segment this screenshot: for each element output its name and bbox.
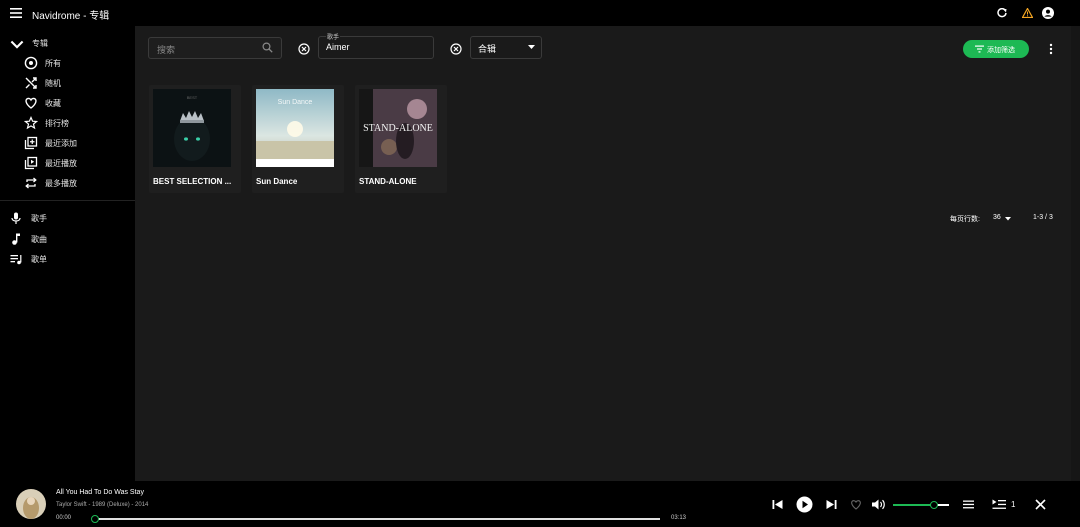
- sidebar-item-label: 最近播放: [45, 159, 77, 168]
- album-cover: STAND-ALONE: [359, 89, 437, 167]
- sidebar-item-label: 排行榜: [45, 119, 69, 128]
- album-title: BEST SELECTION ...: [153, 177, 232, 186]
- progress-bar[interactable]: [91, 515, 660, 523]
- sidebar-item-label: 歌单: [31, 255, 47, 264]
- clear-type-filter-icon[interactable]: [450, 43, 462, 55]
- sidebar-item-label: 最多播放: [45, 179, 77, 188]
- refresh-icon[interactable]: [997, 8, 1007, 18]
- sidebar-item-songs[interactable]: 歌曲: [0, 229, 135, 249]
- playlist-icon: [10, 255, 22, 265]
- volume-icon[interactable]: [871, 498, 886, 511]
- heart-icon[interactable]: [850, 499, 862, 510]
- now-playing-cover[interactable]: [16, 489, 46, 519]
- album-title: STAND-ALONE: [359, 177, 417, 186]
- mic-icon: [11, 212, 21, 224]
- sidebar-item-recently-played[interactable]: 最近播放: [0, 153, 135, 173]
- page-range: 1-3 / 3: [1033, 214, 1053, 221]
- sidebar-item-top-rated[interactable]: 排行榜: [0, 113, 135, 133]
- search-icon: [262, 42, 273, 53]
- sidebar-section-label: 专辑: [32, 39, 48, 48]
- sidebar-item-label: 收藏: [45, 99, 61, 108]
- sidebar-section-albums[interactable]: 专辑: [0, 33, 135, 53]
- playlist-menu-icon[interactable]: [963, 500, 974, 509]
- library-add-icon: [24, 136, 38, 150]
- queue-icon[interactable]: [992, 499, 1006, 510]
- cover-text: STAND-ALONE: [363, 123, 433, 134]
- album-card[interactable]: Sun Dance Sun Dance: [252, 85, 344, 193]
- sidebar-item-recently-added[interactable]: 最近添加: [0, 133, 135, 153]
- sidebar-item-most-played[interactable]: 最多播放: [0, 173, 135, 193]
- dropdown-arrow-icon[interactable]: [1005, 217, 1011, 221]
- album-title: Sun Dance: [256, 177, 298, 186]
- filter-icon: [975, 45, 984, 53]
- scrollbar[interactable]: [1071, 26, 1080, 481]
- artist-filter-field[interactable]: 歌手 Aimer: [318, 32, 434, 59]
- play-icon[interactable]: [796, 496, 813, 513]
- rows-per-page-label: 每页行数:: [950, 216, 980, 223]
- artist-filter-label: 歌手: [326, 32, 341, 41]
- sidebar-item-playlists[interactable]: 歌单: [0, 249, 135, 269]
- add-filter-label: 添加筛选: [987, 47, 1015, 54]
- previous-icon[interactable]: [772, 499, 783, 510]
- current-time: 00:00: [56, 515, 72, 521]
- heart-icon: [25, 97, 37, 109]
- more-vert-icon[interactable]: [1048, 43, 1054, 55]
- dropdown-arrow-icon: [528, 45, 535, 49]
- album-all-icon: [24, 56, 38, 70]
- type-filter-select[interactable]: 合辑: [470, 36, 542, 59]
- shuffle-icon: [25, 77, 37, 89]
- cover-text: Sun Dance: [278, 99, 313, 106]
- warning-icon[interactable]: [1022, 8, 1033, 18]
- repeat-icon: [25, 177, 37, 189]
- sidebar-item-label: 随机: [45, 79, 61, 88]
- sidebar-item-random[interactable]: 随机: [0, 73, 135, 93]
- cover-text: BEST: [187, 95, 198, 100]
- volume-slider[interactable]: [893, 501, 949, 509]
- menu-icon[interactable]: [10, 8, 22, 18]
- now-playing-subtitle: Taylor Swift - 1989 (Deluxe) - 2014: [56, 502, 149, 508]
- close-icon[interactable]: [1035, 499, 1046, 510]
- star-icon: [24, 116, 38, 130]
- type-filter-value: 合辑: [478, 44, 497, 54]
- album-card[interactable]: STAND-ALONE STAND-ALONE: [355, 85, 447, 193]
- sidebar-divider: [0, 200, 135, 201]
- sidebar-item-label: 所有: [45, 59, 61, 68]
- sidebar-item-favorites[interactable]: 收藏: [0, 93, 135, 113]
- sidebar-item-label: 歌曲: [31, 235, 47, 244]
- sidebar-item-label: 歌手: [31, 214, 47, 223]
- search-input[interactable]: 搜索: [148, 37, 282, 59]
- search-placeholder: 搜索: [157, 45, 176, 55]
- sidebar-item-all[interactable]: 所有: [0, 53, 135, 73]
- video-library-icon: [24, 156, 38, 170]
- artist-filter-value: Aimer: [326, 42, 350, 52]
- now-playing-title[interactable]: All You Had To Do Was Stay: [56, 489, 144, 496]
- chevron-down-icon: [10, 40, 24, 49]
- album-card[interactable]: BEST BEST SELECTION ...: [149, 85, 241, 193]
- account-icon[interactable]: [1042, 7, 1054, 19]
- sidebar-item-label: 最近添加: [45, 139, 77, 148]
- queue-count: 1: [1011, 500, 1016, 509]
- sidebar-item-artists[interactable]: 歌手: [0, 208, 135, 228]
- progress-knob[interactable]: [91, 515, 99, 523]
- duration: 03:13: [671, 515, 687, 521]
- album-cover: Sun Dance: [256, 89, 334, 167]
- next-icon[interactable]: [826, 499, 837, 510]
- album-cover: BEST: [153, 89, 231, 167]
- rows-per-page-select[interactable]: 36: [993, 214, 1001, 221]
- clear-artist-filter-icon[interactable]: [298, 43, 310, 55]
- add-filter-button[interactable]: 添加筛选: [963, 40, 1029, 58]
- volume-fill: [893, 504, 934, 506]
- sidebar: 专辑 所有 随机 收藏 排行榜 最近添加 最近播放 最多播放 歌手 歌曲 歌单: [0, 26, 135, 481]
- music-note-icon: [12, 233, 20, 245]
- page-title: Navidrome - 专辑: [32, 11, 110, 22]
- top-app-bar: Navidrome - 专辑: [0, 0, 1080, 26]
